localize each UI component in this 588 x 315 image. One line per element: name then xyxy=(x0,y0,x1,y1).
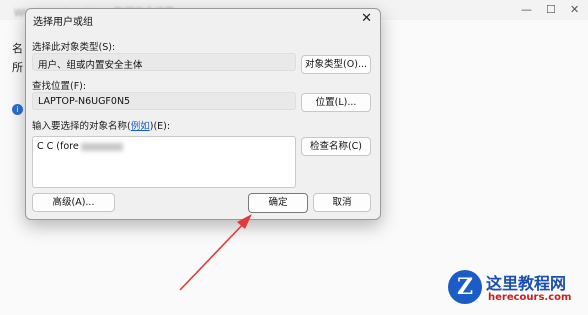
dialog-title: 选择用户或组 xyxy=(33,17,93,28)
watermark-logo-icon: Z xyxy=(448,270,482,304)
redacted-name xyxy=(80,142,123,151)
info-icon: i xyxy=(12,104,23,115)
watermark-url: herecours.com xyxy=(488,292,572,303)
object-names-label: 输入要选择的对象名称(例如)(E): xyxy=(32,121,171,132)
advanced-button[interactable]: 高级(A)... xyxy=(32,193,115,212)
location-field: LAPTOP-N6UGF0N5 xyxy=(32,92,296,110)
dialog-close-icon[interactable]: ✕ xyxy=(361,11,372,26)
object-type-field: 用户、组或内置安全主体 xyxy=(32,53,296,71)
background-label-name: 名 xyxy=(12,42,23,55)
maximize-icon[interactable]: ☐ xyxy=(546,3,556,16)
ok-button[interactable]: 确定 xyxy=(248,193,308,213)
minimize-icon[interactable]: — xyxy=(521,3,532,16)
background-label-owner: 所 xyxy=(12,61,23,74)
object-names-input[interactable]: C C (fore xyxy=(32,136,296,188)
locations-button[interactable]: 位置(L)... xyxy=(301,93,371,112)
object-names-value: C C (fore xyxy=(37,141,123,152)
close-icon[interactable]: ✕ xyxy=(570,3,579,16)
object-type-value: 用户、组或内置安全主体 xyxy=(38,60,143,71)
watermark-title: 这里教程网 xyxy=(486,274,567,293)
check-names-button[interactable]: 检查名称(C) xyxy=(301,137,371,156)
object-types-button[interactable]: 对象类型(O)... xyxy=(301,55,371,74)
object-type-label: 选择此对象类型(S): xyxy=(32,42,116,53)
examples-link[interactable]: 例如 xyxy=(131,121,150,132)
select-users-dialog: 选择用户或组 ✕ 选择此对象类型(S): 用户、组或内置安全主体 对象类型(O)… xyxy=(25,8,381,220)
cancel-button[interactable]: 取消 xyxy=(313,193,371,212)
location-value: LAPTOP-N6UGF0N5 xyxy=(38,96,131,107)
location-label: 查找位置(F): xyxy=(32,81,87,92)
